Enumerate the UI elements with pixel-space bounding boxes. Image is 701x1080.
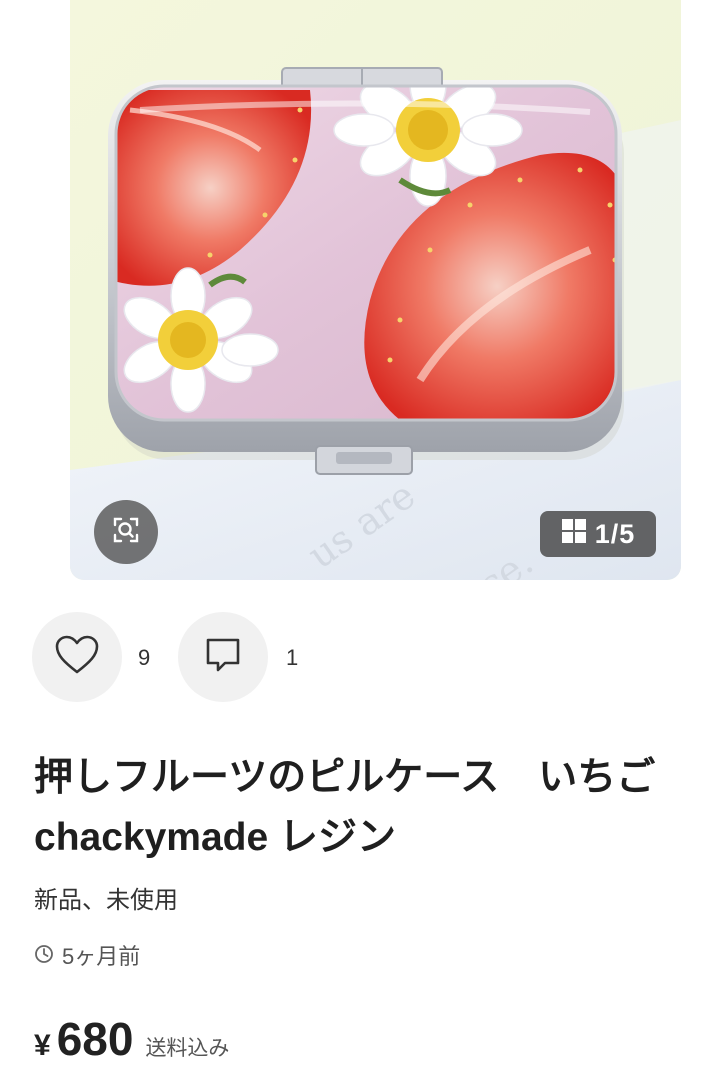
comment-bubble-icon [203,635,243,680]
product-image[interactable]: us are ce. [70,0,681,580]
like-button[interactable] [32,612,122,702]
product-title: 押しフルーツのピルケース いちご chackymade レジン [34,756,695,859]
product-photo-drawing: us are ce. [70,0,681,580]
price-row: ¥ 680 送料込み [34,1012,229,1066]
price-currency: ¥ [34,1029,51,1062]
item-condition: 新品、未使用 [34,887,178,914]
counter-separator: / [610,518,620,549]
counter-total: 5 [619,518,636,549]
heart-icon [54,634,100,681]
clock-icon [34,942,54,972]
counter-current: 1 [594,518,611,549]
shipping-note: 送料込み [145,1037,230,1060]
likes-count: 9 [138,645,151,670]
grid-icon [561,518,587,551]
comments-count: 1 [286,645,299,670]
zoom-button[interactable] [94,500,158,564]
posted-time-text: 5ヶ月前 [62,944,141,969]
posted-time: 5ヶ月前 [34,942,140,972]
comment-button[interactable] [178,612,268,702]
zoom-search-icon [111,515,141,550]
image-counter[interactable]: 1/5 [540,511,656,557]
price-value: 680 [56,1013,134,1065]
